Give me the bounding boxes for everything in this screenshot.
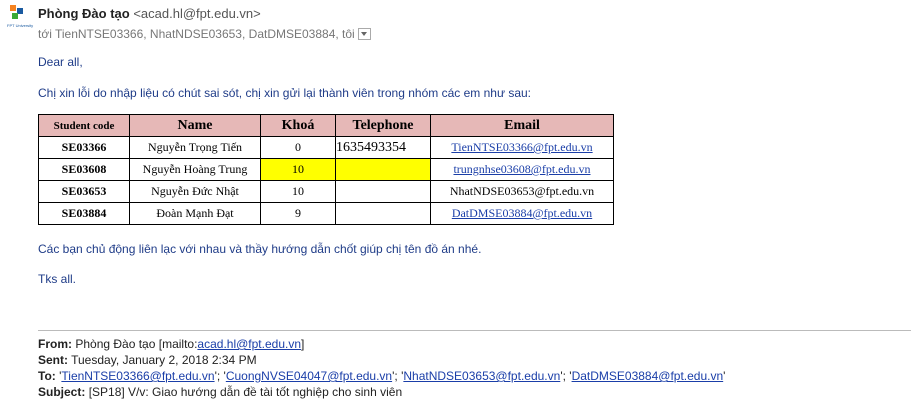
to-label: To: <box>38 369 56 383</box>
cell-khoa: 10 <box>260 158 336 181</box>
cell-code: SE03653 <box>38 180 130 203</box>
to-link[interactable]: CuongNVSE04047@fpt.edu.vn <box>226 369 392 383</box>
closing-text: Tks all. <box>38 272 77 286</box>
cell-khoa: 9 <box>260 202 336 225</box>
cell-khoa: 0 <box>260 136 336 159</box>
cell-code: SE03608 <box>38 158 130 181</box>
to-link[interactable]: TienNTSE03366@fpt.edu.vn <box>61 369 214 383</box>
cell-name: Nguyễn Hoàng Trung <box>129 158 261 181</box>
sender-address: <acad.hl@fpt.edu.vn> <box>133 6 261 21</box>
quoted-to: To: 'TienNTSE03366@fpt.edu.vn'; 'CuongNV… <box>38 369 726 383</box>
cell-telephone <box>335 180 431 203</box>
col-name: Name <box>129 114 261 137</box>
cell-name: Đoàn Mạnh Đạt <box>129 202 261 225</box>
table-row: SE03653 Nguyễn Đức Nhật 10 NhatNDSE03653… <box>38 180 614 203</box>
fpt-logo: FPT University <box>7 5 33 28</box>
cell-name: Nguyễn Trọng Tiến <box>129 136 261 159</box>
sender-line: Phòng Đào tạo <acad.hl@fpt.edu.vn> <box>38 6 261 21</box>
quoted-sent: Sent: Tuesday, January 2, 2018 2:34 PM <box>38 353 257 367</box>
cell-telephone: 1635493354 <box>335 136 431 159</box>
sender-name[interactable]: Phòng Đào tạo <box>38 6 130 21</box>
cell-telephone <box>335 158 431 181</box>
recipients-line: tới TienNTSE03366, NhatNDSE03653, DatDMS… <box>38 27 371 41</box>
to-link[interactable]: DatDMSE03884@fpt.edu.vn <box>572 369 724 383</box>
details-dropdown-icon[interactable] <box>357 27 371 40</box>
student-table: Student code Name Khoá Telephone Email S… <box>38 114 614 225</box>
table-row: SE03366 Nguyễn Trọng Tiến 0 1635493354 T… <box>38 136 614 159</box>
col-student-code: Student code <box>38 114 130 137</box>
col-email: Email <box>430 114 614 137</box>
table-header-row: Student code Name Khoá Telephone Email <box>38 114 614 137</box>
quoted-subject: Subject: [SP18] V/v: Giao hướng dẫn đề t… <box>38 385 402 399</box>
sent-label: Sent: <box>38 353 68 367</box>
logo-square-orange <box>10 5 16 11</box>
table-row: SE03884 Đoàn Mạnh Đạt 9 DatDMSE03884@fpt… <box>38 202 614 225</box>
email-link[interactable]: TienNTSE03366@fpt.edu.vn <box>451 140 592 154</box>
email-text: NhatNDSE03653@fpt.edu.vn <box>449 184 595 198</box>
cell-email: TienNTSE03366@fpt.edu.vn <box>430 136 614 159</box>
email-link[interactable]: trungnhse03608@fpt.edu.vn <box>453 162 590 176</box>
sent-value: Tuesday, January 2, 2018 2:34 PM <box>71 353 257 367</box>
col-telephone: Telephone <box>335 114 431 137</box>
cell-code: SE03884 <box>38 202 130 225</box>
recipients-text: tới TienNTSE03366, NhatNDSE03653, DatDMS… <box>38 27 355 41</box>
from-label: From: <box>38 337 72 351</box>
cell-email: trungnhse03608@fpt.edu.vn <box>430 158 614 181</box>
subject-value: [SP18] V/v: Giao hướng dẫn đề tài tốt ng… <box>88 385 403 399</box>
logo-caption: FPT University <box>7 23 34 28</box>
col-khoa: Khoá <box>260 114 336 137</box>
quote-divider <box>38 330 911 331</box>
cell-name: Nguyễn Đức Nhật <box>129 180 261 203</box>
cell-telephone <box>335 202 431 225</box>
quoted-from: From: Phòng Đào tạo [mailto:acad.hl@fpt.… <box>38 337 304 351</box>
cell-code: SE03366 <box>38 136 130 159</box>
table-row: SE03608 Nguyễn Hoàng Trung 10 trungnhse0… <box>38 158 614 181</box>
from-value: Phòng Đào tạo [mailto: <box>75 337 198 351</box>
followup-text: Các bạn chủ động liên lạc với nhau và th… <box>38 242 482 256</box>
intro-text: Chị xin lỗi do nhập liệu có chút sai sót… <box>38 86 532 100</box>
from-mailto-link[interactable]: acad.hl@fpt.edu.vn <box>197 337 301 351</box>
cell-khoa: 10 <box>260 180 336 203</box>
email-link[interactable]: DatDMSE03884@fpt.edu.vn <box>452 206 592 220</box>
to-link[interactable]: NhatNDSE03653@fpt.edu.vn <box>403 369 560 383</box>
greeting: Dear all, <box>38 55 83 69</box>
from-end: ] <box>301 337 305 351</box>
cell-email: DatDMSE03884@fpt.edu.vn <box>430 202 614 225</box>
cell-email: NhatNDSE03653@fpt.edu.vn <box>430 180 614 203</box>
subject-label: Subject: <box>38 385 86 399</box>
logo-square-green <box>12 13 18 19</box>
